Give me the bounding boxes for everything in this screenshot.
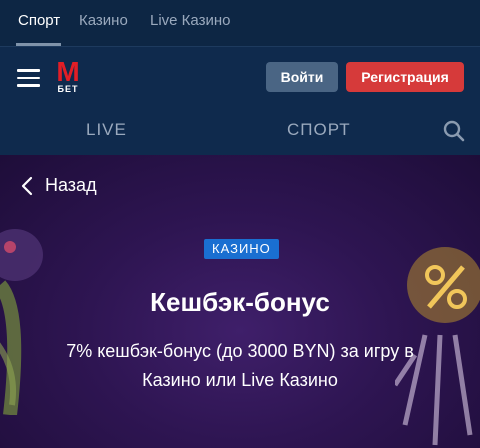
chevron-left-icon bbox=[21, 176, 33, 196]
search-icon[interactable] bbox=[443, 120, 465, 142]
promo-banner: Назад КАЗИНО Кешбэк-бонус 7% кешбэк-бону… bbox=[0, 155, 480, 448]
promo-title: Кешбэк-бонус bbox=[150, 287, 330, 317]
tab-sport[interactable]: Спорт bbox=[18, 12, 60, 29]
promo-description: 7% кешбэк-бонус (до 3000 BYN) за игру в … bbox=[66, 341, 414, 390]
brand-logo[interactable]: M БЕТ bbox=[54, 56, 82, 95]
tab-live-casino[interactable]: Live Казино bbox=[150, 12, 230, 29]
nav-live[interactable]: LIVE bbox=[86, 120, 127, 140]
back-label: Назад bbox=[45, 175, 97, 195]
nav-sport[interactable]: СПОРТ bbox=[287, 120, 351, 140]
tab-casino[interactable]: Казино bbox=[79, 12, 128, 29]
category-badge: КАЗИНО bbox=[204, 239, 279, 259]
register-button[interactable]: Регистрация bbox=[346, 62, 464, 92]
top-category-tabs: Спорт Казино Live Казино bbox=[0, 0, 480, 46]
main-navigation: LIVE СПОРТ bbox=[0, 108, 480, 155]
app-header: M БЕТ Войти Регистрация bbox=[0, 46, 480, 108]
menu-icon[interactable] bbox=[17, 69, 40, 87]
logo-subtitle: БЕТ bbox=[57, 84, 79, 94]
login-button[interactable]: Войти bbox=[266, 62, 338, 92]
